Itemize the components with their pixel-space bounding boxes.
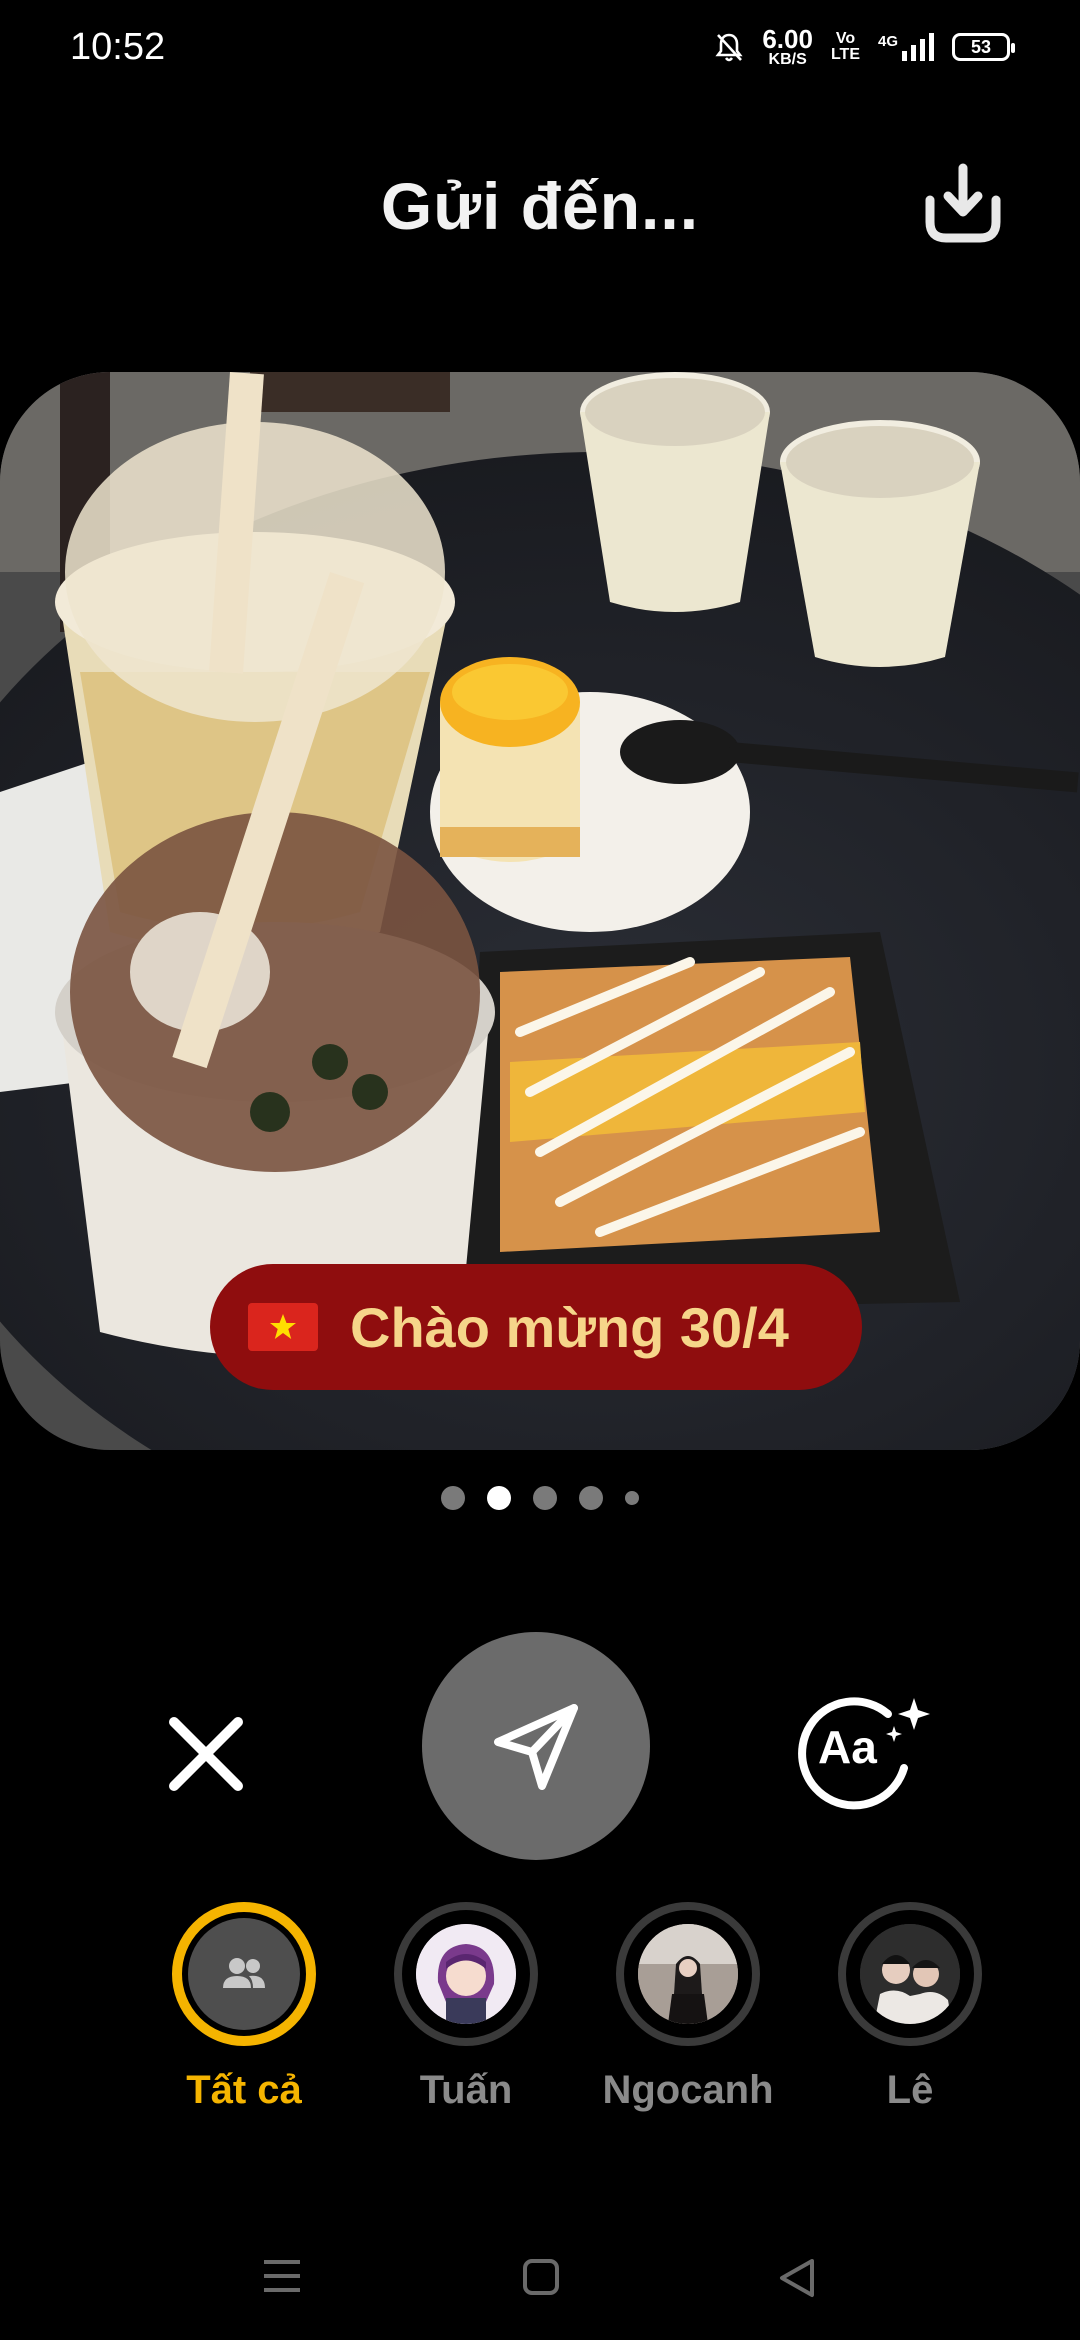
send-icon <box>494 1704 578 1790</box>
recipient-label: Ngocanh <box>602 2068 774 2112</box>
recipient-avatar-ring <box>616 1902 760 2046</box>
volte-indicator: Vo LTE <box>831 31 860 63</box>
recipient-tuan[interactable]: Tuấn <box>346 1902 586 2113</box>
close-button[interactable] <box>160 1708 252 1800</box>
network-speed-unit: KB/S <box>768 51 807 68</box>
send-button[interactable] <box>422 1632 650 1860</box>
status-indicators: 6.00 KB/S Vo LTE 4G 53 <box>714 26 1015 68</box>
vietnam-flag-icon <box>248 1303 318 1351</box>
page-dot[interactable] <box>441 1486 465 1510</box>
avatar <box>638 1924 738 2024</box>
recipient-list: Tất cả Tuấn Ngocanh Lê <box>0 1902 1080 2122</box>
home-square-icon <box>523 2259 559 2295</box>
recipient-avatar-ring <box>172 1902 316 2046</box>
recipient-avatar-ring <box>394 1902 538 2046</box>
recipient-label: Lê <box>886 2068 934 2112</box>
page-indicator <box>0 1486 1080 1510</box>
recent-apps-button[interactable] <box>262 2258 302 2299</box>
group-icon <box>223 1958 265 1988</box>
battery-icon: 53 <box>952 33 1015 61</box>
avatar <box>188 1918 300 2030</box>
recipient-label: Tất cả <box>186 2068 302 2112</box>
network-type: 4G <box>877 33 898 50</box>
recipient-avatar-ring <box>838 1902 982 2046</box>
text-style-button[interactable]: Aa <box>796 1690 936 1810</box>
close-icon <box>169 1717 243 1791</box>
network-speed-value: 6.00 <box>762 24 813 54</box>
system-navigation-bar <box>0 2236 1080 2316</box>
network-speed: 6.00 KB/S <box>762 26 813 68</box>
recipient-all[interactable]: Tất cả <box>124 1902 364 2113</box>
status-time: 10:52 <box>70 26 166 68</box>
avatar <box>860 1924 960 2024</box>
battery-level: 53 <box>970 36 992 57</box>
status-bar: 10:52 6.00 KB/S Vo LTE 4G 53 <box>0 0 1080 96</box>
download-button[interactable] <box>918 160 1008 250</box>
recipient-le[interactable]: Lê <box>790 1902 1030 2113</box>
back-triangle-icon <box>780 2259 814 2297</box>
page-dot[interactable] <box>533 1486 557 1510</box>
volte-bottom: LTE <box>830 46 860 63</box>
page-dot[interactable] <box>625 1491 639 1505</box>
bell-muted-icon <box>715 33 743 62</box>
recipient-label: Tuấn <box>419 2068 513 2112</box>
back-button[interactable] <box>778 2258 816 2303</box>
caption-pill[interactable]: Chào mừng 30/4 <box>210 1264 862 1390</box>
page-dot[interactable] <box>579 1486 603 1510</box>
volte-top: Vo <box>835 30 856 47</box>
home-button[interactable] <box>522 2258 560 2301</box>
recipient-ngocanh[interactable]: Ngocanh <box>568 1902 808 2113</box>
avatar <box>416 1924 516 2024</box>
page-dot-active[interactable] <box>487 1486 511 1510</box>
caption-text: Chào mừng 30/4 <box>350 1295 789 1359</box>
menu-icon <box>264 2260 300 2292</box>
signal-icon: 4G <box>878 33 934 61</box>
download-icon <box>925 163 1001 243</box>
text-style-label: Aa <box>818 1721 877 1773</box>
photo-preview[interactable]: Chào mừng 30/4 <box>0 372 1080 1450</box>
